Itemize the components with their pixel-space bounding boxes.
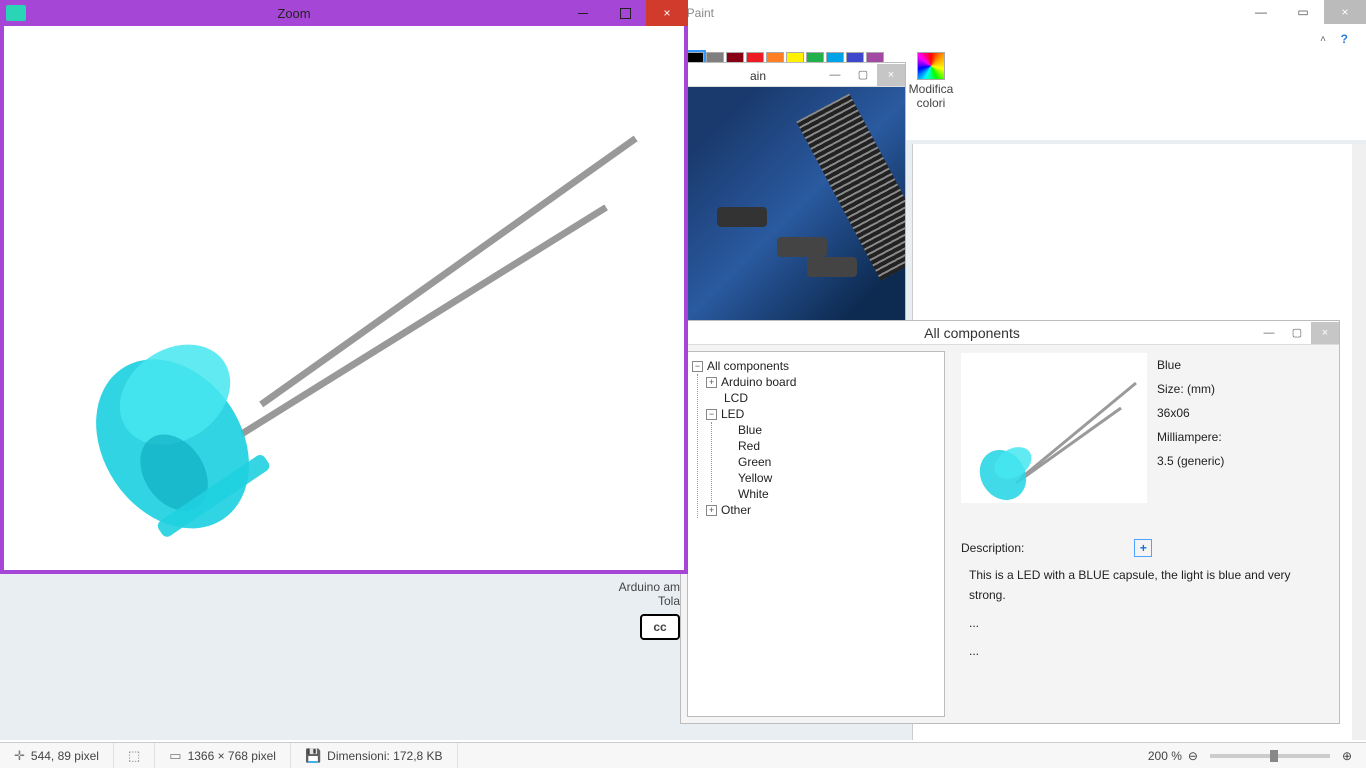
component-thumbnail <box>961 353 1147 503</box>
component-tree[interactable]: −All components +Arduino board LCD −LED … <box>687 351 945 717</box>
spec-ma-value: 3.5 (generic) <box>1157 449 1224 473</box>
tree-node-lcd[interactable]: LCD <box>706 390 940 406</box>
components-titlebar: All components — ▢ × <box>681 321 1339 345</box>
zoom-slider[interactable] <box>1210 754 1330 758</box>
edit-colors-button[interactable]: Modifica colori <box>906 52 956 110</box>
tree-node-arduino[interactable]: +Arduino board <box>706 374 940 390</box>
selection-icon: ⬚ <box>128 748 140 764</box>
minimize-button[interactable]: — <box>1240 0 1282 24</box>
spec-size-label: Size: (mm) <box>1157 377 1224 401</box>
maximize-button[interactable]: ▭ <box>1282 0 1324 24</box>
zoom-titlebar[interactable]: Zoom × <box>0 0 688 26</box>
tree-node-led[interactable]: −LED <box>706 406 940 422</box>
credit-line-1: Arduino am <box>470 580 680 594</box>
minimize-button[interactable]: — <box>821 64 849 86</box>
edit-colors-label: Modifica colori <box>909 82 954 110</box>
arduino-credits: Arduino am Tola cc <box>470 580 680 640</box>
spec-ma-label: Milliampere: <box>1157 425 1224 449</box>
add-description-button[interactable]: + <box>1134 539 1152 557</box>
arduino-main-titlebar: ain — ▢ × <box>687 63 905 87</box>
tree-leaf-white[interactable]: White <box>720 486 940 502</box>
expand-icon[interactable]: + <box>706 377 717 388</box>
component-name: Blue <box>1157 353 1224 377</box>
description-text: This is a LED with a BLUE capsule, the l… <box>969 565 1329 605</box>
disk-icon: 💾 <box>305 748 321 764</box>
close-button[interactable]: × <box>1311 322 1339 344</box>
maximize-button[interactable]: ▢ <box>849 64 877 86</box>
close-button[interactable]: × <box>1324 0 1366 24</box>
selection-size: ⬚ <box>114 743 155 768</box>
zoom-control: 200 % ⊖ ⊕ <box>1134 743 1366 768</box>
minimize-button[interactable] <box>562 0 604 26</box>
status-bar: ✛544, 89 pixel ⬚ ▭1366 × 768 pixel 💾Dime… <box>0 742 1366 768</box>
file-size: 💾Dimensioni: 172,8 KB <box>291 743 458 768</box>
cursor-position: ✛544, 89 pixel <box>0 743 114 768</box>
zoom-image <box>4 30 684 570</box>
minimize-button[interactable]: — <box>1255 322 1283 344</box>
tree-leaf-blue[interactable]: Blue <box>720 422 940 438</box>
zoom-title: Zoom <box>26 6 562 21</box>
rainbow-icon <box>917 52 945 80</box>
arduino-board-image <box>687 87 905 331</box>
tree-leaf-yellow[interactable]: Yellow <box>720 470 940 486</box>
crosshair-icon: ✛ <box>14 748 25 764</box>
collapse-icon[interactable]: − <box>706 409 717 420</box>
maximize-button[interactable] <box>604 0 646 26</box>
arduino-main-window: ain — ▢ × <box>686 62 906 332</box>
ribbon-collapse-icon[interactable]: ˄ <box>1320 34 1326 45</box>
arduino-main-title: ain <box>695 67 821 83</box>
description-label: Description: <box>961 541 1024 555</box>
close-button[interactable]: × <box>877 64 905 86</box>
component-specs: Blue Size: (mm) 36x06 Milliampere: 3.5 (… <box>1157 353 1224 503</box>
help-icon[interactable]: ? <box>1341 32 1348 46</box>
collapse-icon[interactable]: − <box>692 361 703 372</box>
description-ellipsis: ... <box>969 613 1329 633</box>
components-title: All components <box>689 325 1255 341</box>
tree-node-other[interactable]: +Other <box>706 502 940 518</box>
zoom-window: Zoom × <box>0 0 688 574</box>
zoom-in-button[interactable]: ⊕ <box>1342 749 1352 763</box>
components-window: All components — ▢ × −All components +Ar… <box>680 320 1340 724</box>
app-icon <box>6 5 26 21</box>
canvas-size-icon: ▭ <box>169 748 181 764</box>
close-button[interactable]: × <box>646 0 688 26</box>
credit-line-2: Tola <box>470 594 680 608</box>
component-detail: Blue Size: (mm) 36x06 Milliampere: 3.5 (… <box>951 345 1339 723</box>
zoom-level: 200 % <box>1148 749 1182 763</box>
cc-license-badge: cc <box>640 614 680 640</box>
expand-icon[interactable]: + <box>706 505 717 516</box>
maximize-button[interactable]: ▢ <box>1283 322 1311 344</box>
description-ellipsis: ... <box>969 641 1329 661</box>
paint-window-buttons: — ▭ × <box>1240 0 1366 24</box>
zoom-out-button[interactable]: ⊖ <box>1188 749 1198 763</box>
tree-leaf-red[interactable]: Red <box>720 438 940 454</box>
tree-leaf-green[interactable]: Green <box>720 454 940 470</box>
tree-root[interactable]: −All components <box>692 358 940 374</box>
spec-size-value: 36x06 <box>1157 401 1224 425</box>
canvas-size: ▭1366 × 768 pixel <box>155 743 291 768</box>
vertical-scrollbar[interactable] <box>1352 144 1366 740</box>
